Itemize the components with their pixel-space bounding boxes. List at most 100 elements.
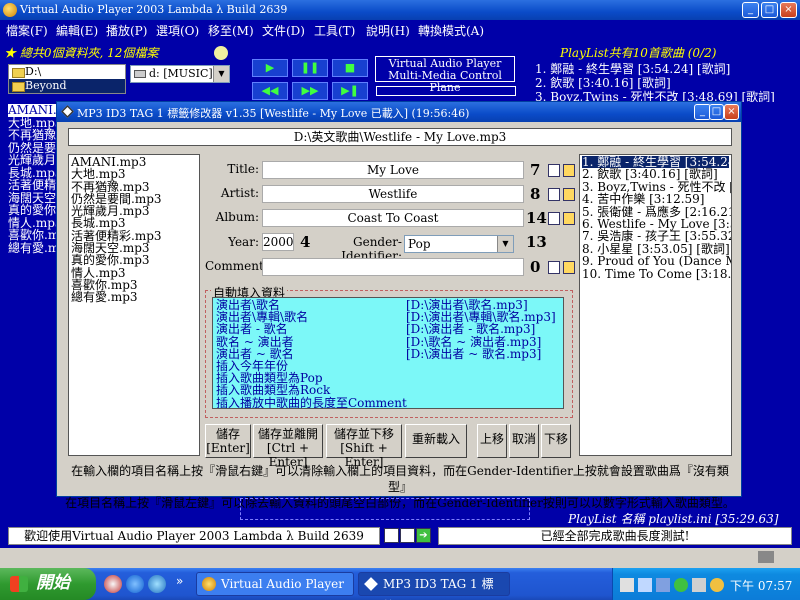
list-item[interactable]: 真的愛你.mp3 xyxy=(71,254,197,267)
drive-select[interactable]: d: [MUSIC] ▼ xyxy=(130,65,230,83)
document-icon[interactable] xyxy=(384,528,399,543)
clock[interactable]: 下午 07:57 xyxy=(730,577,792,594)
refresh-icon[interactable] xyxy=(214,46,228,60)
list-item[interactable]: 活著便精 xyxy=(8,179,63,192)
title-input[interactable]: My Love xyxy=(262,161,524,179)
save-close-button[interactable]: 儲存並離開 [Ctrl + Enter] xyxy=(253,424,323,469)
menu-document[interactable]: 文件(D) xyxy=(262,22,305,39)
rewind-button[interactable]: ◀◀ xyxy=(252,82,288,100)
monitor-icon[interactable] xyxy=(638,578,652,592)
auto-fill-list[interactable]: 演出者\歌名 [D:\演出者\歌名.mp3] 演出者\專輯\歌名 [D:\演出者\專… xyxy=(212,297,564,409)
progress-slider[interactable] xyxy=(376,86,516,96)
menu-help[interactable]: 說明(H) xyxy=(366,22,410,39)
menu-play[interactable]: 播放(P) xyxy=(106,22,147,39)
list-item[interactable]: 喜歡你.m xyxy=(8,229,63,242)
move-up-button[interactable]: 上移 xyxy=(477,424,507,458)
pause-button[interactable]: ❚❚ xyxy=(292,59,328,77)
list-item[interactable]: 不再猶豫 xyxy=(8,129,63,142)
move-down-button[interactable]: 下移 xyxy=(541,424,571,458)
list-item[interactable]: 9. Proud of You (Dance Mix) [3 xyxy=(582,255,731,268)
start-button[interactable]: 開始 xyxy=(0,568,96,600)
volume-icon[interactable] xyxy=(692,578,706,592)
list-item[interactable]: 總有愛.mp3 xyxy=(71,291,197,304)
save-next-button[interactable]: 儲存並下移 [Shift + Enter] xyxy=(326,424,402,469)
paste-icon[interactable] xyxy=(563,261,575,274)
artist-input[interactable]: Westlife xyxy=(262,185,524,203)
chevron-right-icon[interactable]: » xyxy=(176,574,183,588)
minimize-button[interactable]: _ xyxy=(742,2,759,18)
tray-app-icon[interactable] xyxy=(656,578,670,592)
maximize-button[interactable]: □ xyxy=(761,2,778,18)
arrow-right-icon[interactable]: ➔ xyxy=(416,528,431,543)
list-item[interactable]: 4. 苦中作樂 [3:12.59] xyxy=(582,193,729,206)
gender-select[interactable]: Pop ▼ xyxy=(404,235,514,253)
artist-label[interactable]: Artist: xyxy=(205,186,259,200)
list-item[interactable]: 光輝歲月 xyxy=(8,154,63,167)
menu-file[interactable]: 檔案(F) xyxy=(6,22,48,39)
dialog-playlist[interactable]: 1. 鄭融 - 終生學習 [3:54.24] [ 2. 飲歌 [3:40.16]… xyxy=(579,154,732,456)
year-label[interactable]: Year: xyxy=(205,235,259,249)
network-icon[interactable] xyxy=(620,578,634,592)
list-item[interactable]: 大地.mp3 xyxy=(71,168,197,181)
menu-convert-mode[interactable]: 轉換模式(A) xyxy=(418,22,484,39)
title-label[interactable]: Title: xyxy=(205,162,259,176)
save-button[interactable]: 儲存 [Enter] xyxy=(205,424,251,458)
playlist-top-list[interactable]: 1. 鄭融 - 終生學習 [3:54.24] [歌詞] 2. 飲歌 [3:40.… xyxy=(535,62,797,102)
tray-music-icon[interactable] xyxy=(710,578,724,592)
forward-button[interactable]: ▶▶ xyxy=(292,82,328,100)
next-button[interactable]: ▶❚ xyxy=(332,82,368,100)
copy-icon[interactable] xyxy=(548,188,560,201)
menu-tools[interactable]: 工具(T) xyxy=(314,22,355,39)
chevron-down-icon[interactable]: ▼ xyxy=(497,236,513,252)
comment-input[interactable] xyxy=(262,258,524,276)
list-item[interactable]: AMANI.mp3 xyxy=(8,104,63,117)
stop-button[interactable]: ■ xyxy=(332,59,368,77)
chevron-down-icon[interactable]: ▼ xyxy=(213,66,229,82)
task-dialog-window[interactable]: MP3 ID3 TAG 1 標籤... xyxy=(358,572,510,600)
list-item[interactable]: 總有愛.m xyxy=(8,241,63,255)
dialog-maximize-button[interactable]: □ xyxy=(709,104,724,120)
album-label[interactable]: Album: xyxy=(205,210,259,224)
shield-icon[interactable] xyxy=(674,578,688,592)
menu-edit[interactable]: 編輯(E) xyxy=(56,22,98,39)
paste-icon[interactable] xyxy=(563,188,575,201)
list-item[interactable]: 插入播放中歌曲的長度至Comment xyxy=(216,396,560,408)
list-item[interactable]: 2. 飲歌 [3:40.16] [歌詞] xyxy=(582,168,729,181)
ie-icon[interactable] xyxy=(126,575,144,593)
list-item[interactable]: 7. 吳浩康 - 孩子王 [3:55.32] [ xyxy=(582,230,731,243)
folder-tree[interactable]: D:\ Beyond xyxy=(8,64,126,94)
keyboard-icon[interactable] xyxy=(758,551,774,563)
background-file-list[interactable]: AMANI.mp3 大地.mp3 不再猶豫 仍然是要 光輝歲月 長城.mp3 活… xyxy=(8,104,63,254)
copy-icon[interactable] xyxy=(548,164,560,177)
copy-icon[interactable] xyxy=(400,528,415,543)
dialog-title-bar[interactable]: MP3 ID3 TAG 1 標籤修改器 v1.35 [Westlife - My… xyxy=(57,102,741,122)
folder-root[interactable]: D:\ xyxy=(9,65,125,79)
dialog-close-button[interactable]: × xyxy=(724,104,739,120)
folder-beyond[interactable]: Beyond xyxy=(9,79,125,93)
list-item[interactable]: 2. 飲歌 [3:40.16] [歌詞] xyxy=(535,76,797,90)
paste-icon[interactable] xyxy=(563,164,575,177)
list-item[interactable]: 10. Time To Come [3:18.39] xyxy=(582,267,731,280)
ime-bar xyxy=(0,548,800,568)
menu-options[interactable]: 選項(O) xyxy=(156,22,199,39)
list-item[interactable]: 真的愛你 xyxy=(8,204,63,217)
album-input[interactable]: Coast To Coast xyxy=(262,209,524,227)
list-item[interactable]: 1. 鄭融 - 終生學習 [3:54.24] [歌詞] xyxy=(535,62,797,76)
dialog-file-list[interactable]: AMANI.mp3 大地.mp3 不再猶豫.mp3 仍然是要間.mp3 光輝歲月… xyxy=(68,154,200,456)
copy-icon[interactable] xyxy=(548,261,560,274)
main-title-bar[interactable]: Virtual Audio Player 2003 Lambda λ Build… xyxy=(0,0,800,20)
year-input[interactable]: 2000 xyxy=(262,233,294,251)
menu-goto[interactable]: 移至(M) xyxy=(208,22,254,39)
close-button[interactable]: × xyxy=(780,2,797,18)
auto-item-path: [D:\演出者 - 歌名.mp3] xyxy=(406,322,536,337)
browser-icon[interactable] xyxy=(148,575,166,593)
paste-icon[interactable] xyxy=(563,212,575,225)
list-item[interactable]: 長城.mp3 xyxy=(71,217,197,230)
play-button[interactable]: ▶ xyxy=(252,59,288,77)
reload-button[interactable]: 重新載入 xyxy=(405,424,467,458)
comment-label[interactable]: Comment: xyxy=(205,259,268,273)
copy-icon[interactable] xyxy=(548,212,560,225)
cancel-button[interactable]: 取消 xyxy=(509,424,539,458)
media-player-icon[interactable] xyxy=(104,575,122,593)
task-main-window[interactable]: Virtual Audio Player 2... xyxy=(196,572,354,600)
